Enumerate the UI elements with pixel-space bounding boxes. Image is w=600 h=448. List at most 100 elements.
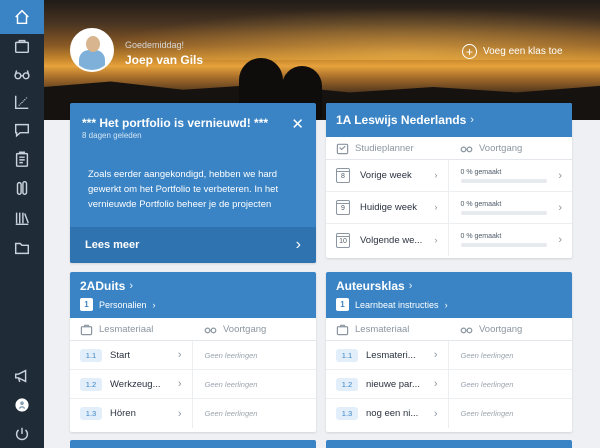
lesson-label: nieuwe par... — [366, 378, 420, 390]
lesson-link[interactable]: 1.3 Hören › — [70, 399, 193, 428]
lesson-link[interactable]: 1.3 nog een ni... › — [326, 399, 449, 428]
briefcase-icon — [80, 324, 93, 335]
lesson-label: Lesmateri... — [366, 349, 416, 361]
lesson-label: Werkzeug... — [110, 378, 161, 390]
class-card-leswijs: 1A Leswijs Nederlands › Studieplanner Vo… — [326, 103, 572, 258]
announcement-body: Zoals eerder aangekondigd, hebben we har… — [88, 169, 279, 210]
column-header-progress: Voortgang — [223, 323, 267, 335]
progress-block: 0 % gemaakt — [460, 169, 559, 183]
megaphone-icon — [14, 369, 27, 383]
chevron-right-icon: › — [434, 202, 438, 213]
clipboard-icon — [15, 151, 29, 167]
calendar-icon: 9 — [336, 200, 350, 215]
planner-progress-link[interactable]: 0 % gemaakt › — [449, 224, 573, 256]
lesson-status: Geen leerlingen — [204, 409, 258, 418]
lesson-link[interactable]: 1.1 Start › — [70, 341, 193, 369]
planner-week-link[interactable]: 9 Huidige week › — [326, 192, 449, 223]
sidebar-item-berichten[interactable] — [0, 115, 44, 145]
progress-block: 0 % gemaakt — [460, 200, 559, 215]
column-header-planner: Studieplanner — [355, 142, 414, 154]
lesson-status: Geen leerlingen — [204, 379, 258, 389]
lesson-link[interactable]: 1.2 Werkzeug... › — [70, 370, 193, 398]
calendar-icon: 8 — [336, 168, 350, 183]
planner-row: 9 Huidige week › 0 % gemaakt › — [326, 192, 572, 224]
chat-icon — [14, 123, 30, 138]
lesson-row: 1.2 Werkzeug... › Geen leerlingen — [70, 370, 316, 399]
planner-week-link[interactable]: 8 Vorige week › — [326, 160, 449, 191]
sidebar-item-tools[interactable] — [0, 173, 44, 203]
chevron-right-icon: › — [433, 349, 438, 361]
tools-icon — [16, 180, 28, 196]
class-card-header[interactable]: 2ADuits › 1 Personalien › — [70, 272, 316, 318]
class-card-header[interactable]: Auteursklas › 1 Learnbeat instructies › — [326, 272, 572, 318]
glasses-icon — [14, 70, 30, 80]
lesson-link[interactable]: 1.2 nieuwe par... › — [326, 370, 449, 398]
sidebar-item-uitloggen[interactable] — [0, 419, 44, 448]
lesson-status: Geen leerlingen — [460, 350, 514, 360]
read-more-label: Lees meer — [85, 239, 140, 251]
sidebar-item-voortgang[interactable] — [0, 59, 44, 89]
lesson-number-badge: 1.2 — [80, 377, 102, 391]
class-card-title: Auteursklas — [336, 279, 405, 293]
lesson-status: Geen leerlingen — [460, 409, 514, 418]
chevron-right-icon: › — [177, 378, 182, 390]
chevron-right-icon: › — [434, 234, 438, 246]
read-more-button[interactable]: Lees meer › — [70, 227, 316, 263]
chevron-right-icon: › — [434, 170, 438, 181]
planner-progress-link[interactable]: 0 % gemaakt › — [449, 160, 573, 191]
add-class-button[interactable]: + Voeg een klas toe — [462, 44, 563, 59]
sidebar-item-toetsen[interactable] — [0, 144, 44, 174]
chevron-right-icon: › — [558, 234, 562, 246]
progress-text: 0 % gemaakt — [460, 200, 502, 208]
chevron-right-icon: › — [444, 299, 448, 310]
planner-week-label: Volgende we... — [360, 234, 423, 246]
sidebar-item-home[interactable] — [0, 0, 44, 34]
chapter-number: 1 — [80, 298, 93, 311]
class-card-header[interactable]: 1A Leswijs Nederlands › — [326, 103, 572, 137]
column-header-progress: Voortgang — [479, 142, 523, 154]
lesson-row: 1.3 nog een ni... › Geen leerlingen — [326, 399, 572, 428]
chevron-right-icon: › — [470, 114, 474, 126]
avatar[interactable] — [70, 28, 114, 72]
class-card-title: 2ADuits — [80, 279, 126, 293]
lesson-number-badge: 1.3 — [80, 407, 102, 420]
chevron-right-icon: › — [177, 407, 182, 420]
glasses-icon — [204, 327, 217, 333]
column-header-material: Lesmateriaal — [355, 323, 410, 335]
lesson-row: 1.3 Hören › Geen leerlingen — [70, 399, 316, 428]
sidebar — [0, 0, 44, 448]
class-card-title: 1A Leswijs Nederlands — [336, 113, 467, 127]
chapter-link[interactable]: 1 Personalien › — [80, 298, 306, 311]
sidebar-item-resultaten[interactable] — [0, 87, 44, 117]
progress-bar — [460, 243, 547, 247]
planner-progress-link[interactable]: 0 % gemaakt › — [449, 192, 573, 223]
lesson-link[interactable]: 1.1 Lesmateri... › — [326, 341, 449, 369]
briefcase-icon — [336, 324, 349, 335]
home-icon — [15, 9, 29, 25]
announcement-card: *** Het portfolio is vernieuwd! *** 8 da… — [70, 103, 316, 263]
lesson-label: nog een ni... — [366, 408, 419, 419]
lesson-number-badge: 1.1 — [80, 348, 102, 362]
planner-week-link[interactable]: 10 Volgende we... › — [326, 224, 449, 256]
calendar-check-icon — [336, 143, 349, 154]
class-card-next[interactable] — [70, 440, 316, 448]
chevron-right-icon: › — [177, 349, 182, 361]
chapter-number: 1 — [336, 298, 349, 311]
lesson-number-badge: 1.3 — [336, 407, 358, 420]
chapter-link[interactable]: 1 Learnbeat instructies › — [336, 298, 562, 311]
lesson-status: Geen leerlingen — [460, 379, 514, 389]
sidebar-item-bestanden[interactable] — [0, 233, 44, 263]
column-headers: Lesmateriaal Voortgang — [326, 318, 572, 341]
sidebar-item-nieuws[interactable] — [0, 361, 44, 391]
chapter-label: Learnbeat instructies — [355, 299, 439, 310]
chevron-right-icon: › — [558, 201, 562, 214]
sidebar-item-lesmateriaal[interactable] — [0, 31, 44, 61]
class-card-next[interactable] — [326, 440, 572, 448]
avatar-body — [79, 50, 105, 70]
close-icon[interactable]: ✕ — [291, 115, 304, 133]
sidebar-item-bibliotheek[interactable] — [0, 203, 44, 233]
progress-bar — [460, 210, 547, 215]
lesson-label: Start — [110, 349, 131, 361]
lesson-number-badge: 1.1 — [336, 348, 358, 362]
sidebar-item-profiel[interactable] — [0, 390, 44, 420]
